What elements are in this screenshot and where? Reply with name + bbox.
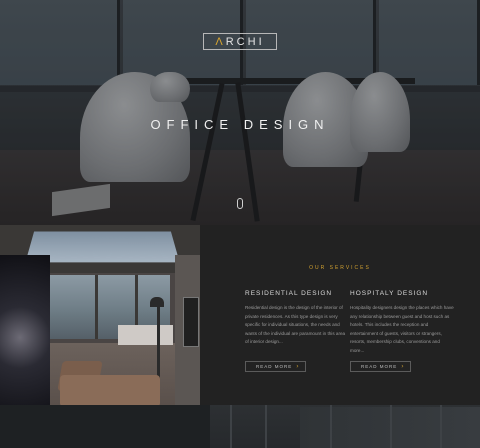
read-more-button[interactable]: READ MORE ›	[350, 361, 411, 372]
painting	[183, 297, 199, 347]
service-residential: RESIDENTIAL DESIGN Residential design is…	[245, 290, 350, 347]
hero-section: Λ RCHI OFFICE DESIGN	[0, 0, 480, 225]
read-more-label: READ MORE	[361, 364, 398, 369]
read-more-button[interactable]: READ MORE ›	[245, 361, 306, 372]
arrow-right-icon: ›	[401, 362, 404, 370]
logo-accent: Λ	[215, 35, 226, 48]
read-more-label: READ MORE	[256, 364, 293, 369]
dark-wall	[0, 405, 210, 448]
services-panel: OUR SERVICES RESIDENTIAL DESIGN Resident…	[200, 225, 480, 405]
galaxy-wallpaper	[0, 255, 50, 405]
hero-title: OFFICE DESIGN	[150, 117, 330, 132]
shelf	[118, 325, 173, 345]
service-description: Residential design is the design of the …	[245, 305, 346, 345]
service-hospitality: HOSPITALY DESIGN Hospitality designers d…	[350, 290, 455, 356]
logo-text: RCHI	[225, 35, 265, 48]
lamp-head	[150, 297, 164, 307]
service-title: HOSPITALY DESIGN	[350, 290, 429, 297]
beam	[230, 405, 232, 448]
service-title: RESIDENTIAL DESIGN	[245, 290, 333, 297]
gallery-strip	[0, 405, 480, 448]
floor-lamp	[157, 300, 160, 380]
logo[interactable]: Λ RCHI	[203, 33, 277, 50]
services-heading: OUR SERVICES	[309, 265, 371, 271]
arrow-right-icon: ›	[296, 362, 299, 370]
beam	[330, 405, 332, 448]
beam	[440, 405, 442, 448]
residential-image	[0, 225, 200, 405]
window-mullion	[95, 275, 98, 339]
scroll-down-icon[interactable]	[237, 198, 243, 209]
sofa	[60, 375, 160, 405]
service-description: Hospitality designers design the places …	[350, 305, 454, 353]
beam	[265, 405, 267, 448]
beam	[390, 405, 392, 448]
